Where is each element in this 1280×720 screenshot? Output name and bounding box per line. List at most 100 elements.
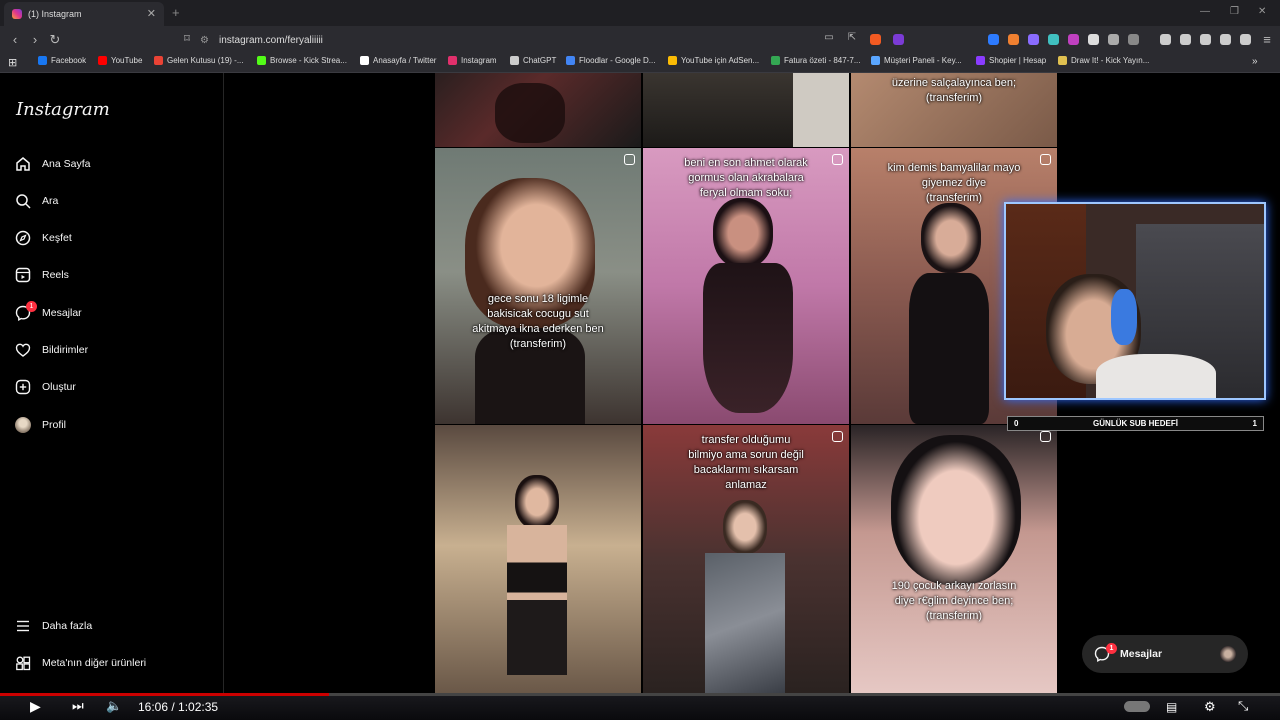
extension-icon[interactable] <box>1008 34 1019 45</box>
brave-shield-icon[interactable] <box>870 34 881 45</box>
minimize-icon[interactable]: — <box>1200 6 1210 17</box>
wallet-icon[interactable] <box>1200 34 1211 45</box>
more-bookmarks-icon[interactable]: » <box>1252 56 1258 67</box>
nav-reels[interactable]: Reels <box>14 266 69 284</box>
nav-messages[interactable]: 1 Mesajlar <box>14 301 82 322</box>
reels-icon <box>624 154 635 165</box>
sub-goal-target: 1 <box>1252 419 1257 428</box>
forward-icon[interactable]: › <box>28 32 42 47</box>
bookmark-item[interactable]: Instagram <box>448 56 497 65</box>
bookmark-item[interactable]: Anasayfa / Twitter <box>360 56 436 65</box>
post-thumbnail[interactable]: beni en son ahmet olarak gormus olan akr… <box>643 148 849 424</box>
bookmark-favicon-icon <box>510 56 519 65</box>
exit-fullscreen-icon[interactable]: ⤡ <box>1238 698 1248 714</box>
time-display: 16:06 / 1:02:35 <box>138 700 219 714</box>
bookmark-label: Floodlar - Google D... <box>579 56 656 65</box>
video-player-controls: ▶ ⏭ 🔈 16:06 / 1:02:35 ▤ ⚙ ⤡ <box>0 693 1280 720</box>
post-thumbnail[interactable] <box>435 73 641 147</box>
bookmark-item[interactable]: Browse - Kick Strea... <box>257 56 347 65</box>
close-tab-icon[interactable]: ✕ <box>147 7 156 20</box>
extension-icon[interactable] <box>988 34 999 45</box>
nav-label: Mesajlar <box>42 307 82 319</box>
browser-tab[interactable]: (1) Instagram ✕ <box>4 2 164 26</box>
apps-grid-icon[interactable]: ⊞ <box>8 56 17 69</box>
bookmark-item[interactable]: Müşteri Paneli - Key... <box>871 56 962 65</box>
extension-icon[interactable] <box>1128 34 1139 45</box>
nav-label: Bildirimler <box>42 344 89 356</box>
bookmark-item[interactable]: Shopier | Hesap <box>976 56 1046 65</box>
post-image <box>507 525 567 675</box>
sub-goal-bar: 0 GÜNLÜK SUB HEDEFİ 1 <box>1007 416 1264 431</box>
notification-badge: 1 <box>26 301 37 312</box>
settings-icon[interactable]: ⚙ <box>1204 699 1216 715</box>
music-icon[interactable] <box>1160 34 1171 45</box>
bookmark-favicon-icon <box>976 56 985 65</box>
bookmark-icon[interactable]: ⌑ <box>180 32 194 45</box>
bookmark-item[interactable]: Gelen Kutusu (19) -... <box>154 56 243 65</box>
bookmark-favicon-icon <box>38 56 47 65</box>
restore-icon[interactable]: ❐ <box>1230 6 1239 17</box>
bookmark-item[interactable]: Facebook <box>38 56 86 65</box>
subtitles-icon[interactable]: ▤ <box>1166 700 1177 714</box>
play-icon[interactable]: ▶ <box>30 698 41 715</box>
post-thumbnail[interactable]: gece sonu 18 ligimle bakisicak cocugu su… <box>435 148 641 424</box>
messages-pill-label: Mesajlar <box>1120 648 1163 660</box>
cast-icon[interactable]: ▭ <box>822 32 836 43</box>
nav-home[interactable]: Ana Sayfa <box>14 155 90 173</box>
progress-bar[interactable] <box>0 693 1280 696</box>
sidebar-icon[interactable] <box>1180 34 1191 45</box>
nav-search[interactable]: Ara <box>14 192 58 210</box>
nav-meta-products[interactable]: Meta'nın diğer ürünleri <box>14 654 146 672</box>
site-settings-icon[interactable]: ⚙ <box>200 35 209 46</box>
extension-icon[interactable] <box>1048 34 1059 45</box>
post-thumbnail[interactable]: üzerine salçalayınca ben; (transferim) <box>851 73 1057 147</box>
messages-pill[interactable]: 1 Mesajlar <box>1082 635 1248 673</box>
reels-icon <box>832 154 843 165</box>
bookmark-item[interactable]: ChatGPT <box>510 56 556 65</box>
volume-icon[interactable]: 🔈 <box>106 698 122 714</box>
close-window-icon[interactable]: ✕ <box>1258 6 1266 17</box>
extension-icon[interactable] <box>1068 34 1079 45</box>
nav-notifications[interactable]: Bildirimler <box>14 341 88 359</box>
post-image <box>713 198 773 268</box>
home-icon <box>14 155 32 173</box>
bookmark-item[interactable]: Fatura özeti - 847-7... <box>771 56 860 65</box>
post-caption: gece sonu 18 ligimle bakisicak cocugu su… <box>472 293 604 350</box>
back-icon[interactable]: ‹ <box>8 32 22 47</box>
bookmark-item[interactable]: YouTube için AdSen... <box>668 56 759 65</box>
tab-title: (1) Instagram <box>28 9 82 19</box>
menu-icon <box>14 617 32 635</box>
nav-create[interactable]: Oluştur <box>14 378 76 396</box>
share-icon[interactable]: ⇱ <box>845 32 859 43</box>
vpn-icon[interactable] <box>1240 34 1251 45</box>
nav-label: Profil <box>42 419 66 431</box>
post-image <box>921 203 981 273</box>
bookmark-favicon-icon <box>668 56 677 65</box>
bookmark-item[interactable]: Draw It! - Kick Yayın... <box>1058 56 1149 65</box>
extension-icon[interactable] <box>1028 34 1039 45</box>
extension-icon[interactable] <box>1088 34 1099 45</box>
bookmark-item[interactable]: YouTube <box>98 56 142 65</box>
new-tab-icon[interactable]: + <box>172 5 180 20</box>
nav-label: Ara <box>42 195 59 207</box>
extensions-puzzle-icon[interactable] <box>1108 34 1119 45</box>
menu-icon[interactable]: ≡ <box>1260 32 1274 47</box>
post-thumbnail[interactable]: 190 çocuk arkayı zorlasın diye r€glim de… <box>851 425 1057 693</box>
leo-ai-icon[interactable] <box>1220 34 1231 45</box>
nav-explore[interactable]: Keşfet <box>14 229 72 247</box>
brave-rewards-icon[interactable] <box>893 34 904 45</box>
post-image <box>703 263 793 413</box>
autoplay-toggle[interactable] <box>1124 701 1150 712</box>
post-thumbnail[interactable]: transfer olduğumu bilmiyo ama sorun deği… <box>643 425 849 693</box>
instagram-logo[interactable]: Instagram <box>16 99 110 120</box>
nav-profile[interactable]: Profil <box>14 416 66 434</box>
next-icon[interactable]: ⏭ <box>72 698 84 714</box>
nav-label: Reels <box>42 269 69 281</box>
nav-more[interactable]: Daha fazla <box>14 617 92 635</box>
post-thumbnail[interactable] <box>435 425 641 693</box>
bookmark-label: Browse - Kick Strea... <box>270 56 347 65</box>
post-thumbnail[interactable] <box>643 73 849 147</box>
avatar <box>1220 646 1236 662</box>
bookmark-item[interactable]: Floodlar - Google D... <box>566 56 655 65</box>
reload-icon[interactable]: ↻ <box>48 32 62 48</box>
